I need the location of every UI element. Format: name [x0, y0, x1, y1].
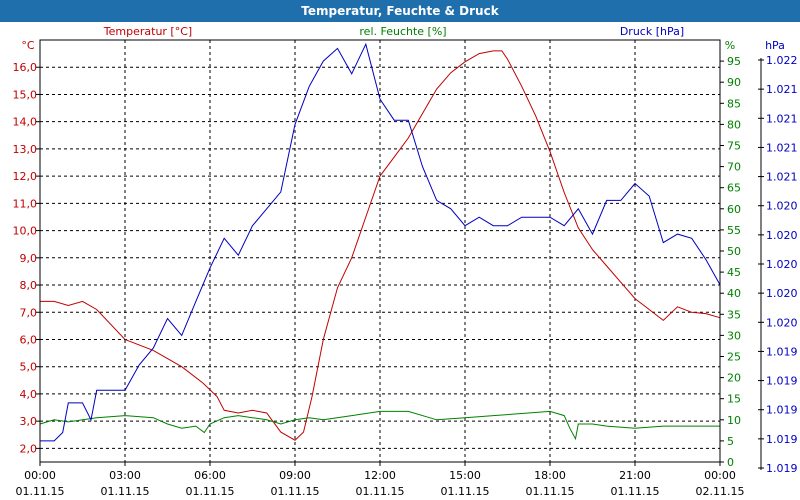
y-tick-label-temperature: 3,0: [20, 415, 38, 428]
y-axis-pressure: 1.019 1.019 1.019 1.019 1.019 1.020 1.020 1.020…: [758, 54, 798, 475]
y-tick-label-temperature: 14,0: [13, 116, 38, 129]
y-tick-label-temperature: 16,0: [13, 61, 38, 74]
y-tick-label-humidity: 50: [727, 245, 741, 258]
y-tick-label-humidity: 5: [727, 435, 734, 448]
humidity-unit: %: [725, 39, 735, 52]
x-tick-label-date: 01.11.15: [611, 485, 660, 498]
y-tick-label-humidity: 75: [727, 140, 741, 153]
y-tick-label-pressure: 1.021: [766, 83, 798, 96]
y-axis-temperature: 2,0 3,0 4,0 5,0 6,0 7,0 8,0 9,0 10,0 11,0 12,0 13,0…: [13, 61, 40, 455]
y-tick-label-humidity: 20: [727, 372, 741, 385]
y-tick-label-pressure: 1.021: [766, 141, 798, 154]
x-tick-label-date: 01.11.15: [101, 485, 150, 498]
x-tick-label-time: 09:00: [279, 469, 311, 482]
x-tick-label-date: 01.11.15: [441, 485, 490, 498]
y-tick-label-pressure: 1.022: [766, 54, 798, 67]
y-tick-label-humidity: 40: [727, 287, 741, 300]
y-tick-label-temperature: 6,0: [20, 333, 38, 346]
x-tick-label-date: 01.11.15: [356, 485, 405, 498]
y-tick-label-humidity: 10: [727, 414, 741, 427]
y-tick-label-temperature: 4,0: [20, 388, 38, 401]
x-tick-label-date: 01.11.15: [526, 485, 575, 498]
y-tick-label-pressure: 1.020: [766, 258, 798, 271]
x-tick-label-time: 15:00: [449, 469, 481, 482]
y-tick-label-humidity: 65: [727, 182, 741, 195]
y-tick-label-pressure: 1.020: [766, 316, 798, 329]
x-tick-label-date: 02.11.15: [696, 485, 745, 498]
y-tick-label-temperature: 5,0: [20, 361, 38, 374]
y-tick-label-pressure: 1.021: [766, 171, 798, 184]
series-line-pressure: [40, 42, 721, 442]
x-tick-label-time: 21:00: [619, 469, 651, 482]
y-tick-label-temperature: 8,0: [20, 279, 38, 292]
y-tick-label-temperature: 15,0: [13, 88, 38, 101]
series-layer: [39, 42, 721, 442]
y-tick-label-humidity: 55: [727, 224, 741, 237]
y-tick-label-pressure: 1.020: [766, 229, 798, 242]
x-tick-label-time: 12:00: [364, 469, 396, 482]
y-tick-label-temperature: 7,0: [20, 306, 38, 319]
y-tick-label-humidity: 35: [727, 308, 741, 321]
pressure-axis-label: Druck [hPa]: [620, 25, 684, 38]
temperature-axis-label: Temperatur [°C]: [103, 25, 192, 38]
y-tick-label-temperature: 10,0: [13, 225, 38, 238]
y-tick-label-temperature: 13,0: [13, 143, 38, 156]
x-tick-label-date: 01.11.15: [16, 485, 65, 498]
humidity-axis-label: rel. Feuchte [%]: [359, 25, 446, 38]
y-tick-label-temperature: 11,0: [13, 197, 38, 210]
x-tick-label-date: 01.11.15: [271, 485, 320, 498]
grid: [40, 40, 720, 462]
x-tick-label-date: 01.11.15: [186, 485, 235, 498]
x-tick-label-time: 00:00: [24, 469, 56, 482]
y-tick-label-temperature: 9,0: [20, 252, 38, 265]
y-axis-humidity: 0 5 10 15 20 25 30 35 40 45 50 55 60 65 70 75 80 85 90 95: [720, 55, 741, 469]
y-tick-label-humidity: 80: [727, 118, 741, 131]
y-tick-label-humidity: 95: [727, 55, 741, 68]
y-tick-label-pressure: 1.019: [766, 462, 798, 475]
temperature-unit: °C: [21, 39, 35, 52]
y-tick-label-pressure: 1.021: [766, 112, 798, 125]
y-tick-label-pressure: 1.020: [766, 200, 798, 213]
y-tick-label-humidity: 70: [727, 161, 741, 174]
y-tick-label-humidity: 90: [727, 76, 741, 89]
y-tick-label-humidity: 85: [727, 97, 741, 110]
y-tick-label-pressure: 1.019: [766, 375, 798, 388]
y-tick-label-temperature: 12,0: [13, 170, 38, 183]
y-tick-label-humidity: 30: [727, 329, 741, 342]
y-tick-label-humidity: 0: [727, 456, 734, 469]
y-tick-label-pressure: 1.020: [766, 287, 798, 300]
y-tick-label-pressure: 1.019: [766, 345, 798, 358]
y-tick-label-humidity: 60: [727, 203, 741, 216]
y-tick-label-humidity: 45: [727, 266, 741, 279]
chart: 2,0 3,0 4,0 5,0 6,0 7,0 8,0 9,0 10,0 11,0 12,0 13,0…: [13, 25, 798, 498]
y-tick-label-pressure: 1.019: [766, 404, 798, 417]
x-tick-label-time: 03:00: [109, 469, 141, 482]
y-tick-label-humidity: 15: [727, 393, 741, 406]
x-tick-label-time: 06:00: [194, 469, 226, 482]
x-tick-label-time: 18:00: [534, 469, 566, 482]
y-tick-label-pressure: 1.019: [766, 433, 798, 446]
y-tick-label-humidity: 25: [727, 351, 741, 364]
y-tick-label-temperature: 2,0: [20, 442, 38, 455]
chart-title-bar: Temperatur, Feuchte & Druck: [0, 0, 800, 22]
chart-title: Temperatur, Feuchte & Druck: [301, 4, 499, 18]
pressure-unit: hPa: [765, 39, 785, 52]
x-tick-label-time: 00:00: [704, 469, 736, 482]
x-axis: 00:00 01.11.15 03:00 01.11.15 06:00 01.11.15 0…: [16, 462, 745, 498]
